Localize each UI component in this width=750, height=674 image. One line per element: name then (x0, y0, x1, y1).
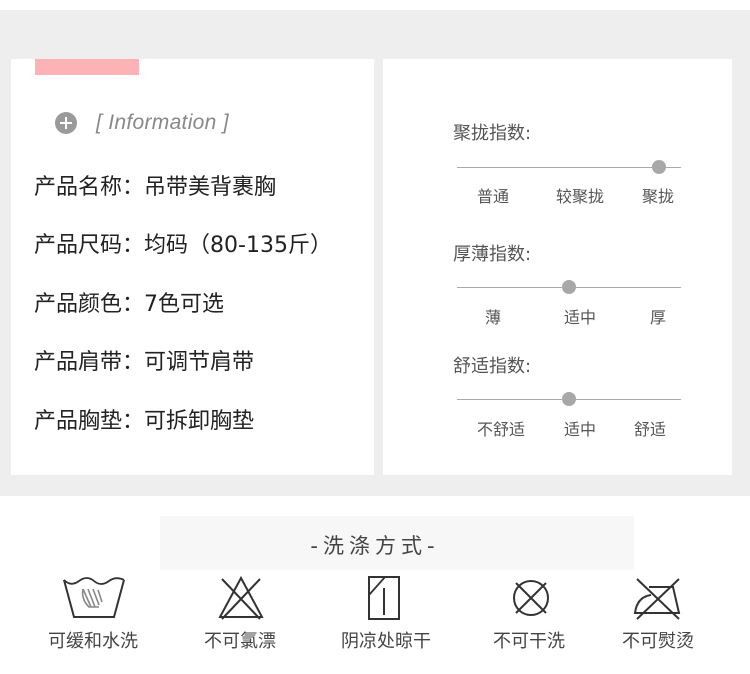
info-title: [ Information ] (96, 111, 229, 134)
index-label: 适中 (563, 308, 597, 327)
push-up-index-title: 聚拢指数: (453, 123, 532, 144)
care-label-no-iron: 不可熨烫 (622, 631, 694, 652)
spec-value: 可拆卸胸垫 (144, 409, 255, 434)
spec-value: 7色可选 (144, 292, 225, 317)
index-label: 聚拢 (641, 187, 675, 206)
spec-row-pad: 产品胸垫：可拆卸胸垫 (34, 403, 254, 435)
spec-value: 可调节肩带 (144, 350, 255, 375)
shade-dry-icon (368, 576, 400, 620)
index-label: 舒适 (633, 420, 667, 439)
thickness-index-title: 厚薄指数: (453, 244, 532, 265)
spec-row-size: 产品尺码：均码（80-135斤） (34, 227, 332, 259)
spec-label: 产品肩带： (34, 350, 145, 375)
spec-label: 产品胸垫： (34, 409, 145, 434)
index-label: 不舒适 (476, 420, 526, 439)
product-info-panel: [ Information ] 产品名称：吊带美背裹胸 产品尺码：均码（80-1… (11, 59, 374, 475)
index-label: 较聚拢 (555, 187, 605, 206)
no-dry-clean-icon (513, 580, 549, 616)
care-label-shade-dry: 阴凉处晾干 (341, 631, 431, 652)
push-up-index-marker (651, 160, 666, 174)
spec-row-strap: 产品肩带：可调节肩带 (34, 344, 254, 376)
index-panel: 聚拢指数: 普通 较聚拢 聚拢 厚薄指数: 薄 适中 厚 舒适指数: 不舒适 适… (383, 59, 732, 475)
thickness-index-marker (562, 280, 576, 294)
index-label: 适中 (563, 420, 597, 439)
spec-label: 产品尺码： (34, 233, 145, 258)
comfort-index-marker (562, 392, 576, 406)
gentle-hand-wash-icon (63, 577, 125, 618)
no-bleach-icon (218, 575, 264, 620)
spec-row-color: 产品颜色：7色可选 (34, 286, 224, 318)
comfort-index-track (457, 392, 681, 406)
care-label-no-bleach: 不可氯漂 (204, 631, 276, 652)
accent-bar (35, 59, 139, 75)
thickness-index-track (457, 280, 681, 294)
comfort-index-title: 舒适指数: (453, 356, 532, 377)
spec-value: 吊带美背裹胸 (144, 175, 277, 200)
care-label-gentle-wash: 可缓和水洗 (48, 631, 138, 652)
spec-row-name: 产品名称：吊带美背裹胸 (34, 169, 276, 201)
plus-circle-icon (55, 112, 77, 134)
index-label: 厚 (649, 308, 667, 327)
spec-label: 产品颜色： (34, 292, 145, 317)
push-up-index-track (457, 160, 681, 174)
info-header: [ Information ] (55, 111, 229, 135)
wash-section-title: -洗涤方式- (310, 534, 440, 558)
care-label-no-dry-clean: 不可干洗 (493, 631, 565, 652)
spec-label: 产品名称： (34, 175, 145, 200)
index-label: 普通 (476, 187, 510, 206)
no-iron-icon (633, 578, 681, 620)
index-label: 薄 (484, 308, 502, 327)
spec-value: 均码（80-135斤） (144, 233, 332, 258)
